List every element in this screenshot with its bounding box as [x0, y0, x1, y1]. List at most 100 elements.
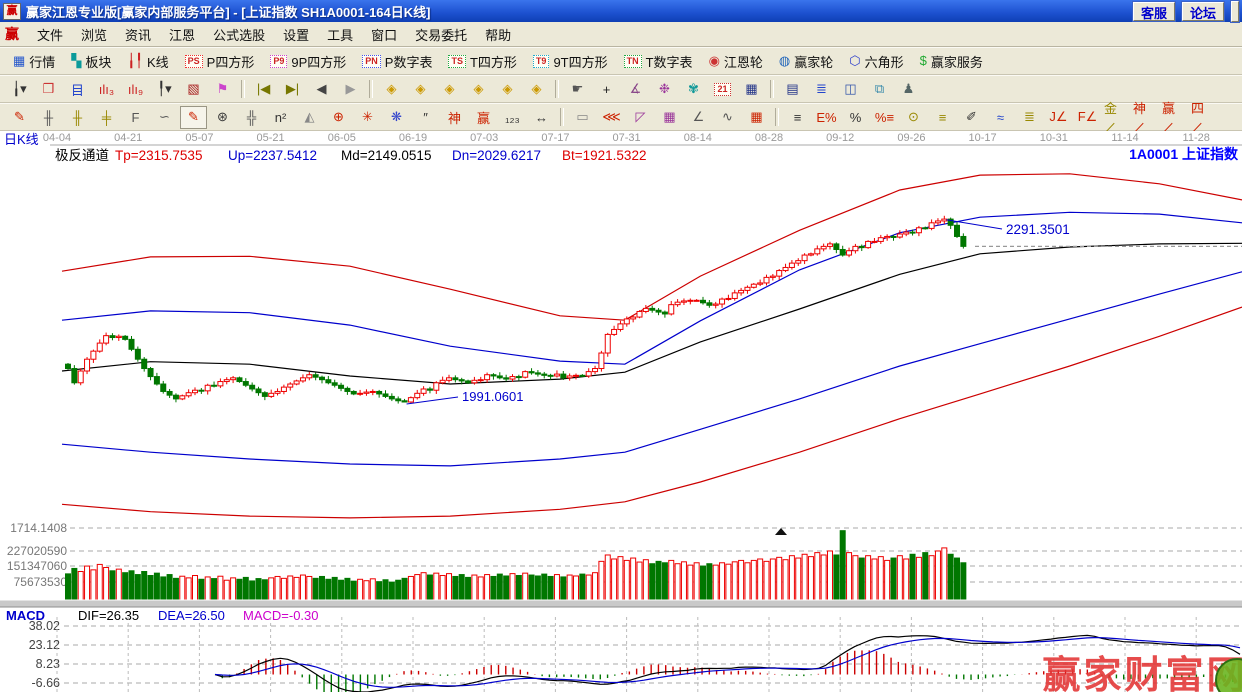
- menu-item[interactable]: 帮助: [476, 22, 520, 47]
- pen2-tool[interactable]: ✎: [180, 105, 207, 129]
- gold-grid-tool[interactable]: ╫: [64, 106, 91, 129]
- last-page-button[interactable]: ▶|: [279, 78, 306, 101]
- quote-tool[interactable]: ″: [412, 106, 439, 129]
- gold-grid2-tool[interactable]: ╪: [93, 106, 120, 129]
- chart-style-dropdown[interactable]: ╽▾: [6, 78, 33, 101]
- angle-fan-tool[interactable]: ∠: [685, 106, 712, 129]
- ruler-tool[interactable]: ₁₂₃: [499, 106, 526, 129]
- 9p-square-button[interactable]: P9 9P四方形: [262, 50, 354, 73]
- hand-tool-button[interactable]: ☛: [564, 78, 591, 101]
- dense-grid-tool[interactable]: ╬: [238, 106, 265, 129]
- gold-angle-tool[interactable]: 金∠: [1103, 101, 1130, 135]
- t-table-button[interactable]: TN T数字表: [616, 50, 701, 73]
- menu-item[interactable]: 交易委托: [406, 22, 476, 47]
- f10-info-button[interactable]: 目: [64, 78, 91, 101]
- box-tool[interactable]: ▭: [569, 106, 596, 129]
- calculator-button[interactable]: ▦: [738, 78, 765, 101]
- color-chart-button[interactable]: ⚑: [209, 78, 236, 101]
- angle-tool-button[interactable]: ∡: [622, 78, 649, 101]
- menu-item[interactable]: 文件: [28, 22, 72, 47]
- next-bar-button[interactable]: ▶: [337, 78, 364, 101]
- percent3-tool[interactable]: %≡: [871, 106, 898, 129]
- pattern-window-button[interactable]: ❒: [35, 78, 62, 101]
- zoom-left-button[interactable]: ◈: [378, 78, 405, 101]
- menu-item[interactable]: 公式选股: [204, 22, 274, 47]
- crosshair-button[interactable]: +: [593, 78, 620, 101]
- e-percent-tool[interactable]: E%: [813, 106, 840, 129]
- t-square-button[interactable]: TS T四方形: [440, 50, 524, 73]
- f-angle-tool[interactable]: F∠: [1074, 106, 1101, 129]
- fan-tool[interactable]: ⋘: [598, 106, 625, 129]
- sectors-button[interactable]: ▚ 板块: [63, 50, 119, 73]
- web-box-tool[interactable]: ▦: [656, 106, 683, 129]
- ying-angle-tool[interactable]: 赢∠: [1161, 101, 1188, 135]
- minutes-3-button[interactable]: ılı₃: [93, 78, 120, 101]
- menu-item[interactable]: 工具: [318, 22, 362, 47]
- remote-button[interactable]: ♟: [895, 78, 922, 101]
- wave-blue-tool[interactable]: ≈: [987, 106, 1014, 129]
- menu-item[interactable]: 设置: [274, 22, 318, 47]
- window-edge-button[interactable]: [1230, 0, 1240, 23]
- compress-h-button[interactable]: ◈: [465, 78, 492, 101]
- wave-tool[interactable]: ∿: [714, 106, 741, 129]
- candle-style-dropdown[interactable]: ╿▾: [151, 78, 178, 101]
- si-angle-tool[interactable]: 四∠: [1190, 101, 1217, 135]
- quotes-button[interactable]: ▦ 行情: [5, 50, 63, 73]
- brush-a-tool[interactable]: ✐: [958, 106, 985, 129]
- fan-box-tool[interactable]: ◸: [627, 106, 654, 129]
- 9t-square-button[interactable]: T9 9T四方形: [525, 50, 616, 73]
- spiral-tool[interactable]: ∽: [151, 106, 178, 129]
- zoom-right-button[interactable]: ◈: [407, 78, 434, 101]
- shen-angle-tool[interactable]: 神∠: [1132, 101, 1159, 135]
- mirror-tool[interactable]: ◭: [296, 106, 323, 129]
- macd-value: MACD=-0.30: [243, 608, 319, 623]
- p-square-button[interactable]: PS P四方形: [177, 50, 263, 73]
- menu-item[interactable]: 浏览: [72, 22, 116, 47]
- menu-item[interactable]: 江恩: [160, 22, 204, 47]
- price-ladder-tool[interactable]: ≡: [784, 106, 811, 129]
- gold-line2-tool[interactable]: ≣: [1016, 106, 1043, 129]
- gann-wheel-button[interactable]: ◉ 江恩轮: [701, 50, 771, 73]
- compass-tool[interactable]: ⊕: [325, 106, 352, 129]
- forum-button[interactable]: 论坛: [1181, 0, 1225, 22]
- calendar-button[interactable]: 21: [709, 78, 736, 101]
- kx-pattern-button[interactable]: ▧: [180, 78, 207, 101]
- menu-item[interactable]: 资讯: [116, 22, 160, 47]
- indicator-name: 极反通道: [55, 148, 109, 163]
- first-page-button[interactable]: |◀: [250, 78, 277, 101]
- j-angle-tool[interactable]: J∠: [1045, 106, 1072, 129]
- prev-bar-button[interactable]: ◀: [308, 78, 335, 101]
- kline-button[interactable]: ╽╿ K线: [119, 50, 176, 73]
- hexagon-button[interactable]: ⬡ 六角形: [841, 50, 911, 73]
- customer-service-button[interactable]: 客服: [1132, 0, 1176, 22]
- cycle-circle-tool[interactable]: ⊛: [209, 106, 236, 129]
- web-grid-tool[interactable]: ❋: [383, 106, 410, 129]
- chart-area[interactable]: 04-04 04-21 05-07 05-21 06-05 06-19 07-03 07-17…: [0, 131, 1242, 692]
- web-tool[interactable]: ✳: [354, 106, 381, 129]
- compress-all-button[interactable]: ◈: [523, 78, 550, 101]
- expand-h-button[interactable]: ◈: [436, 78, 463, 101]
- pen-tool[interactable]: ✎: [6, 106, 33, 129]
- expand-all-button[interactable]: ◈: [494, 78, 521, 101]
- shen-grid-tool[interactable]: 神: [441, 106, 468, 129]
- n2-tool[interactable]: n²: [267, 106, 294, 129]
- gold-line-tool[interactable]: ≡: [929, 106, 956, 129]
- grid-dense-tool[interactable]: ▦: [743, 106, 770, 129]
- cycle-tool-button[interactable]: ✾: [680, 78, 707, 101]
- grid-calc-button[interactable]: ▤: [779, 78, 806, 101]
- p-table-button[interactable]: PN P数字表: [354, 50, 440, 73]
- pattern-tool-button[interactable]: ❉: [651, 78, 678, 101]
- gann-comb-tool[interactable]: ╫: [35, 106, 62, 129]
- save-button[interactable]: ◫: [837, 78, 864, 101]
- f-grid-tool[interactable]: F: [122, 106, 149, 129]
- width-tool[interactable]: ↔: [528, 106, 555, 129]
- ying-grid-tool[interactable]: 赢: [470, 106, 497, 129]
- menu-item[interactable]: 窗口: [362, 22, 406, 47]
- export-button[interactable]: ⧉: [866, 78, 893, 101]
- winner-wheel-button[interactable]: ◍ 赢家轮: [771, 50, 841, 73]
- gold-circle-tool[interactable]: ⊙: [900, 106, 927, 129]
- notes-button[interactable]: ≣: [808, 78, 835, 101]
- minutes-9-button[interactable]: ılı₉: [122, 78, 149, 101]
- percent-tool[interactable]: %: [842, 106, 869, 129]
- winner-service-button[interactable]: $ 赢家服务: [912, 50, 991, 73]
